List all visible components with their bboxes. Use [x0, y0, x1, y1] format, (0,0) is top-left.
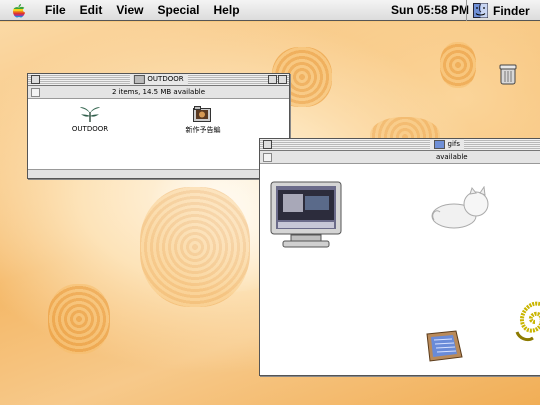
window-title-text: OUTDOOR: [147, 75, 184, 83]
menu-file[interactable]: File: [38, 0, 73, 21]
gifs-info-bar: available: [260, 151, 540, 164]
application-menu[interactable]: Finder: [466, 0, 530, 21]
window-title-text: gifs: [447, 140, 461, 148]
computer-monitor-icon[interactable]: [269, 180, 343, 250]
close-box[interactable]: [263, 140, 272, 149]
tv-set-icon[interactable]: [424, 329, 466, 364]
window-title: OUTDOOR: [129, 74, 188, 85]
menubar-clock[interactable]: Sun 05:58 PM: [391, 0, 469, 21]
finder-icon: [473, 3, 488, 18]
folder-icon: [133, 75, 145, 84]
wallpaper-cone: [440, 42, 476, 88]
apple-menu-icon[interactable]: [12, 3, 26, 18]
gifs-window[interactable]: gifs available: [259, 138, 540, 376]
menu-edit[interactable]: Edit: [73, 0, 110, 21]
window-info-text: available: [436, 153, 468, 161]
menu-special[interactable]: Special: [150, 0, 206, 21]
close-box[interactable]: [31, 75, 40, 84]
gifs-window-content: [260, 164, 540, 375]
menu-bar: File Edit View Special Help Sun 05:58 PM…: [0, 0, 540, 21]
outdoor-info-bar: 2 items, 14.5 MB available: [28, 86, 289, 99]
item-label-outdoor[interactable]: OUTDOOR: [68, 125, 112, 133]
zoom-box[interactable]: [268, 75, 277, 84]
item-label-trailer[interactable]: 新作予告編: [178, 125, 228, 135]
plant-icon[interactable]: [79, 105, 101, 123]
collapse-box[interactable]: [278, 75, 287, 84]
menu-view[interactable]: View: [109, 0, 150, 21]
folder-icon: [433, 140, 445, 149]
trash-icon[interactable]: [497, 62, 519, 86]
spiral-icon[interactable]: [505, 292, 540, 352]
horizontal-scrollbar[interactable]: [28, 169, 289, 178]
gifs-window-titlebar[interactable]: gifs: [260, 139, 540, 151]
outdoor-window[interactable]: OUTDOOR 2 items, 14.5 MB available OUTDO…: [27, 73, 290, 179]
view-grip-icon: [31, 88, 40, 97]
cat-figure-icon[interactable]: [430, 186, 492, 231]
outdoor-window-content: OUTDOOR 新作予告編: [28, 99, 289, 178]
menu-help[interactable]: Help: [207, 0, 247, 21]
movie-folder-icon[interactable]: [193, 106, 211, 122]
wallpaper-cone: [48, 284, 110, 354]
active-app-name: Finder: [493, 3, 530, 18]
outdoor-window-titlebar[interactable]: OUTDOOR: [28, 74, 289, 86]
window-title: gifs: [429, 139, 464, 150]
window-info-text: 2 items, 14.5 MB available: [111, 88, 206, 96]
view-grip-icon: [263, 153, 272, 162]
wallpaper-cone: [140, 187, 250, 307]
